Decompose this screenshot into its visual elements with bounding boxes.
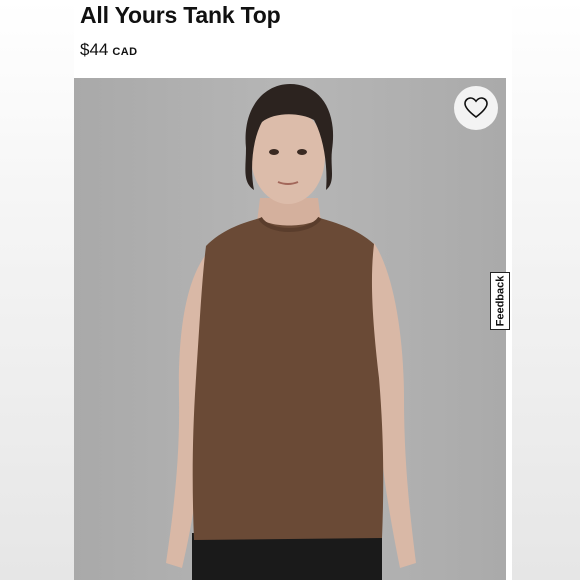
price-amount: $44 xyxy=(80,40,109,59)
feedback-label: Feedback xyxy=(494,275,506,327)
right-blur-band xyxy=(512,0,580,580)
left-blur-band xyxy=(0,0,74,580)
model-illustration xyxy=(166,84,416,580)
heart-outline-icon xyxy=(464,97,488,119)
feedback-tab[interactable]: Feedback xyxy=(490,272,510,330)
product-price: $44 CAD xyxy=(80,40,137,60)
product-title: All Yours Tank Top xyxy=(80,2,281,28)
product-image[interactable] xyxy=(74,78,506,580)
wishlist-button[interactable] xyxy=(454,86,498,130)
price-currency: CAD xyxy=(112,46,138,58)
